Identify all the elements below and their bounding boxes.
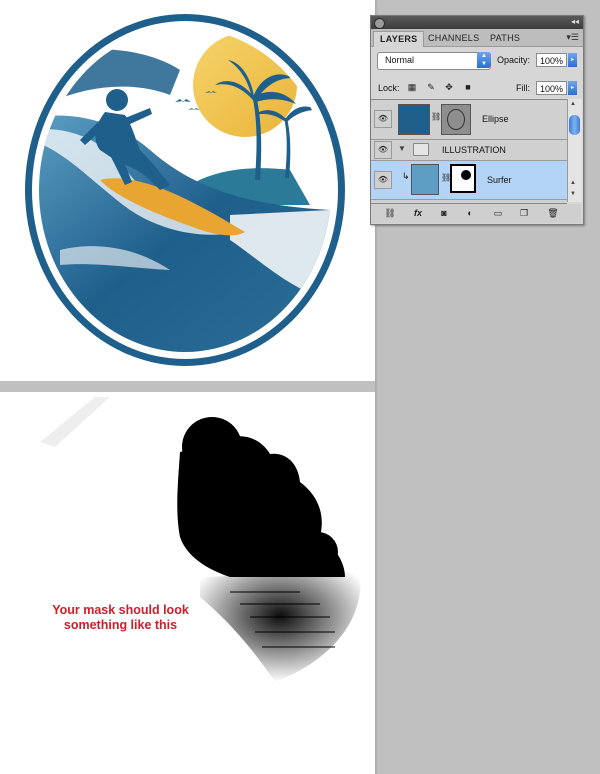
- add-mask-icon[interactable]: ◙: [437, 207, 451, 219]
- fill-input[interactable]: 100%: [536, 81, 567, 95]
- illustration-canvas: [0, 0, 375, 381]
- layers-list: 👁 ⛓ Ellipse 👁 ▼ ILLUSTRATION 👁 ↳ ⛓ Surfe…: [371, 99, 567, 204]
- canvas-divider: [0, 381, 375, 392]
- scroll-thumb[interactable]: [569, 115, 580, 135]
- panel-tabs: LAYERS CHANNELS PATHS ▾☰: [371, 29, 583, 47]
- layer-mask-thumbnail[interactable]: [450, 164, 476, 193]
- opacity-label: Opacity:: [497, 55, 531, 65]
- mask-caption-line1: Your mask should look: [52, 603, 189, 617]
- blend-mode-value: Normal: [385, 55, 415, 65]
- layer-name: Ellipse: [482, 114, 509, 124]
- mask-preview: [40, 397, 361, 682]
- eye-icon[interactable]: 👁: [374, 141, 392, 159]
- layer-row-illustration[interactable]: 👁 ▼ ILLUSTRATION: [371, 140, 567, 161]
- chevron-updown-icon: ▲ ▼: [477, 52, 491, 68]
- mask-water-texture: [200, 572, 361, 682]
- tab-channels[interactable]: CHANNELS: [422, 31, 485, 46]
- trash-icon[interactable]: 🗑: [546, 207, 560, 219]
- layers-panel: ◂◂ LAYERS CHANNELS PATHS ▾☰ Normal ▲ ▼ Op…: [370, 15, 584, 225]
- scroll-up-icon[interactable]: ▲: [570, 180, 576, 186]
- mask-canvas: Your mask should look something like thi…: [0, 392, 375, 774]
- new-layer-icon[interactable]: ❐: [517, 207, 531, 219]
- folder-icon: [413, 143, 429, 156]
- layer-row-surfer[interactable]: 👁 ↳ ⛓ Surfer: [371, 161, 567, 200]
- link-layers-icon[interactable]: ⛓: [383, 207, 397, 219]
- lock-position-icon[interactable]: ✥: [444, 82, 454, 92]
- fx-icon[interactable]: fx: [411, 207, 425, 219]
- lock-image-icon[interactable]: ✎: [426, 82, 436, 92]
- adjustment-layer-icon[interactable]: ◐: [463, 207, 477, 219]
- opacity-slider-arrow[interactable]: ▸: [568, 53, 577, 67]
- layer-thumbnail: [398, 104, 430, 135]
- layer-row-ellipse[interactable]: 👁 ⛓ Ellipse: [371, 100, 567, 140]
- new-group-icon[interactable]: ▭: [491, 207, 505, 219]
- fill-slider-arrow[interactable]: ▸: [568, 81, 577, 95]
- link-icon[interactable]: ⛓: [431, 112, 441, 121]
- vector-mask-thumbnail: [441, 104, 471, 135]
- layer-thumbnail: [411, 164, 439, 195]
- close-icon[interactable]: [374, 18, 385, 29]
- mask-silhouette: [177, 417, 345, 577]
- eye-icon[interactable]: 👁: [374, 110, 392, 128]
- lock-all-icon[interactable]: ■: [463, 82, 473, 92]
- tab-layers[interactable]: LAYERS: [373, 31, 425, 47]
- panel-bottom-bar: ⛓ fx ◙ ◐ ▭ ❐ 🗑: [371, 204, 581, 223]
- lock-label: Lock:: [378, 83, 400, 93]
- mask-caption-line2: something like this: [63, 618, 178, 632]
- layer-name: Surfer: [487, 175, 512, 185]
- lock-transparency-icon[interactable]: ▦: [407, 82, 417, 92]
- surfer-illustration: [25, 14, 345, 366]
- blend-mode-select[interactable]: Normal ▲ ▼: [377, 52, 491, 70]
- sun: [193, 33, 297, 137]
- opacity-input[interactable]: 100%: [536, 53, 567, 67]
- fill-label: Fill:: [516, 83, 530, 93]
- layers-scrollbar[interactable]: ▲ ▲ ▼: [567, 99, 582, 202]
- scroll-up-icon[interactable]: ▲: [570, 101, 576, 107]
- scroll-down-icon[interactable]: ▼: [570, 191, 576, 197]
- panel-menu-icon[interactable]: ▾☰: [566, 32, 579, 43]
- mask-caption: Your mask should look something like thi…: [48, 603, 193, 633]
- collapse-panel-icon[interactable]: ◂◂: [571, 17, 579, 26]
- tab-paths[interactable]: PATHS: [484, 31, 526, 46]
- layer-name: ILLUSTRATION: [442, 145, 506, 155]
- eye-icon[interactable]: 👁: [374, 171, 392, 189]
- clipping-arrow-icon: ↳: [402, 171, 410, 181]
- expand-triangle-icon[interactable]: ▼: [398, 144, 406, 153]
- panel-titlebar[interactable]: ◂◂: [371, 16, 583, 29]
